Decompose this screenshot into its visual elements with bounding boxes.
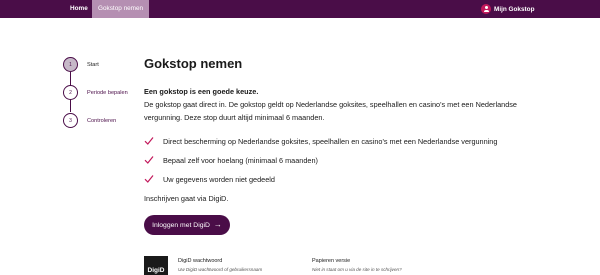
step-label: Periode bepalen: [87, 89, 128, 96]
step-label: Controleren: [87, 117, 117, 124]
step-number: 2: [63, 85, 78, 100]
benefit-text: Uw gegevens worden niet gedeeld: [163, 174, 275, 184]
intro-paragraph: De gokstop gaat direct in. De gokstop ge…: [144, 100, 517, 122]
list-item: Uw gegevens worden niet gedeeld: [144, 174, 275, 184]
login-button-label: Inloggen met DigiD: [152, 221, 210, 229]
step-controleren: 3 Controleren: [63, 113, 116, 128]
checkmark-icon: [144, 175, 154, 183]
digid-password-title: DigiD wachtwoord: [178, 258, 223, 264]
paper-version-title: Papieren versie: [312, 258, 351, 264]
page-title: Gokstop nemen: [144, 56, 243, 71]
checkmark-icon: [144, 137, 154, 145]
digid-password-block[interactable]: DigiD wachtwoord Uw DigiD wachtwoord of …: [178, 258, 262, 272]
intro-heading: Een gokstop is een goede keuze.: [144, 87, 259, 96]
nav-gokstop-nemen-link[interactable]: Gokstop nemen: [92, 0, 150, 18]
nav-home-link[interactable]: Home: [64, 0, 94, 18]
login-digid-button[interactable]: Inloggen met DigiD →: [144, 215, 230, 235]
list-item: Direct bescherming op Nederlandse goksit…: [144, 136, 497, 146]
nav-mijn-gokstop-label: Mijn Gokstop: [494, 5, 535, 13]
benefit-text: Bepaal zelf voor hoelang (minimaal 6 maa…: [163, 155, 318, 165]
benefit-text: Direct bescherming op Nederlandse goksit…: [163, 136, 498, 146]
digid-note: Inschrijven gaat via DigiD.: [144, 194, 229, 203]
step-label: Start: [87, 61, 99, 68]
step-number: 3: [63, 113, 78, 128]
digid-password-subtitle: Uw DigiD wachtwoord of gebruikersnaam: [178, 267, 263, 272]
digid-logo: DigiD: [144, 256, 168, 275]
checkmark-icon: [144, 156, 154, 164]
nav-mijn-gokstop-link[interactable]: Mijn Gokstop: [481, 0, 534, 18]
step-number: 1: [63, 57, 78, 72]
list-item: Bepaal zelf voor hoelang (minimaal 6 maa…: [144, 155, 318, 165]
paper-version-block[interactable]: Papieren versie Niet in staat om u via d…: [312, 258, 402, 272]
digid-logo-text: DigiD: [147, 267, 165, 274]
top-navigation-bar: Home Gokstop nemen Mijn Gokstop: [0, 0, 600, 18]
user-circle-icon: [481, 4, 491, 14]
step-periode-bepalen: 2 Periode bepalen: [63, 85, 128, 100]
paper-version-subtitle: Niet in staat om u via de site in te sch…: [312, 267, 402, 272]
arrow-right-icon: →: [213, 220, 222, 229]
step-start: 1 Start: [63, 57, 99, 72]
